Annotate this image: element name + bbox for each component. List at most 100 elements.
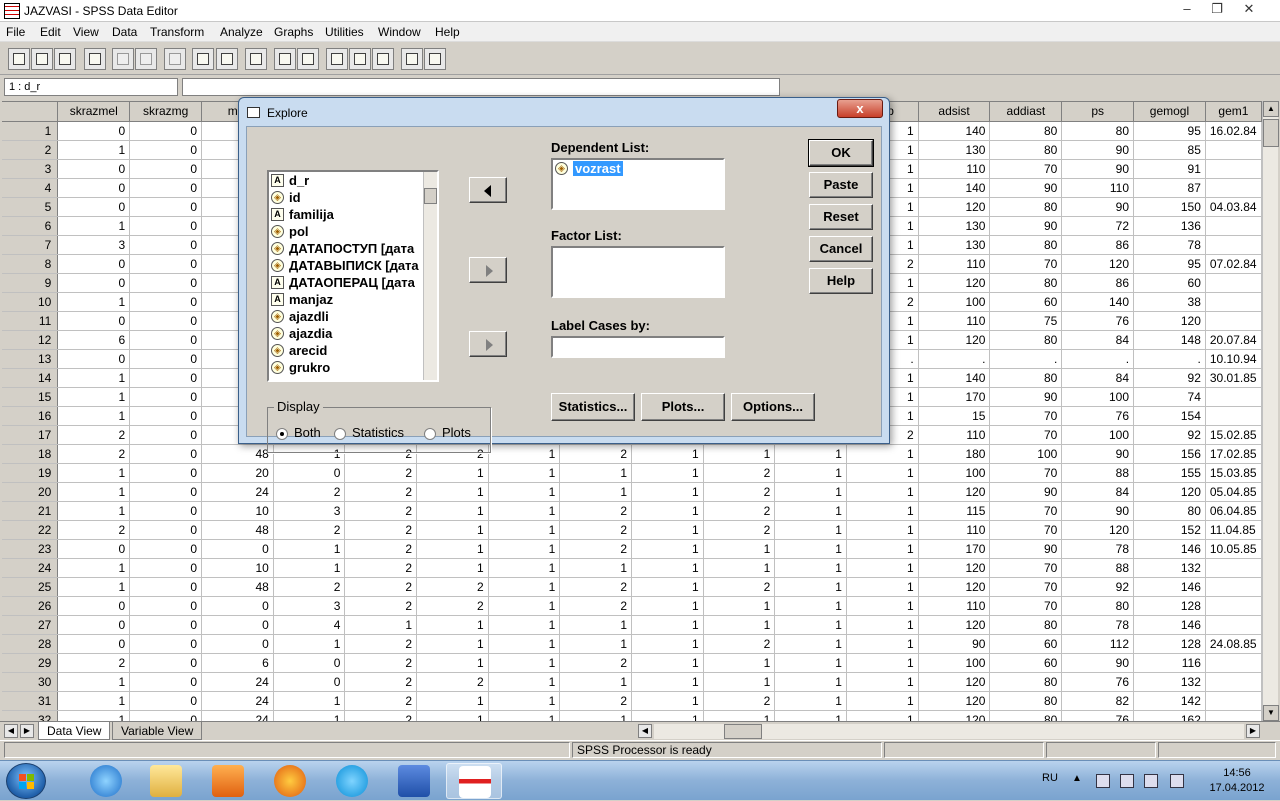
grid-cell[interactable]: 90 bbox=[989, 539, 1063, 559]
grid-cell[interactable]: 1 bbox=[846, 577, 919, 597]
grid-cell[interactable]: 120 bbox=[918, 330, 991, 350]
grid-cell[interactable] bbox=[1205, 596, 1262, 616]
grid-cell[interactable]: 1 bbox=[559, 672, 632, 692]
grid-cell[interactable]: 1 bbox=[57, 368, 131, 388]
grid-cell[interactable]: 1 bbox=[273, 558, 346, 578]
grid-cell[interactable]: 1 bbox=[488, 558, 561, 578]
language-indicator[interactable]: RU bbox=[1042, 772, 1058, 784]
grid-cell[interactable]: 80 bbox=[989, 140, 1063, 160]
grid-cell[interactable]: 140 bbox=[918, 368, 991, 388]
grid-cell[interactable]: 0 bbox=[57, 254, 131, 274]
grid-cell[interactable]: 2 bbox=[57, 444, 131, 464]
grid-cell[interactable]: 1 bbox=[774, 539, 847, 559]
close-window-button[interactable]: ✕ bbox=[1234, 0, 1264, 18]
grid-cell[interactable]: 48 bbox=[201, 444, 274, 464]
grid-cell[interactable]: 100 bbox=[918, 653, 991, 673]
grid-cell[interactable]: 120 bbox=[918, 710, 991, 721]
grid-cell[interactable] bbox=[1205, 653, 1262, 673]
grid-cell[interactable]: 90 bbox=[989, 216, 1063, 236]
grid-cell[interactable]: 1 bbox=[273, 710, 346, 721]
grid-cell[interactable]: 10 bbox=[201, 501, 274, 521]
show-hidden-icons-icon[interactable]: ▲ bbox=[1072, 773, 1086, 787]
grid-cell[interactable]: 0 bbox=[129, 577, 203, 597]
grid-cell[interactable]: 1 bbox=[846, 501, 919, 521]
row-header[interactable]: 24 bbox=[2, 558, 59, 578]
grid-cell[interactable]: 16.02.84 bbox=[1205, 121, 1262, 141]
grid-cell[interactable] bbox=[1205, 159, 1262, 179]
grid-cell[interactable]: 0 bbox=[129, 615, 203, 635]
variable-list-item[interactable]: ◈ pol bbox=[269, 223, 437, 240]
grid-cell[interactable]: 1 bbox=[273, 691, 346, 711]
grid-cell[interactable]: 1 bbox=[846, 672, 919, 692]
grid-cell[interactable] bbox=[1205, 178, 1262, 198]
grid-cell[interactable]: 110 bbox=[918, 520, 991, 540]
grid-cell[interactable]: 2 bbox=[559, 596, 632, 616]
network-icon[interactable] bbox=[1144, 774, 1158, 788]
grid-cell[interactable]: 60 bbox=[989, 292, 1063, 312]
grid-cell[interactable]: 1 bbox=[488, 710, 561, 721]
grid-cell[interactable]: 80 bbox=[1061, 121, 1135, 141]
row-header[interactable]: 7 bbox=[2, 235, 59, 255]
grid-cell[interactable]: 2 bbox=[344, 634, 418, 654]
row-header[interactable]: 5 bbox=[2, 197, 59, 217]
row-header[interactable]: 18 bbox=[2, 444, 59, 464]
radio-plots[interactable] bbox=[424, 428, 436, 440]
variable-list-scroll-thumb[interactable] bbox=[424, 188, 437, 204]
grid-cell[interactable]: 70 bbox=[989, 463, 1063, 483]
grid-cell[interactable]: 0 bbox=[129, 387, 203, 407]
row-header[interactable]: 32 bbox=[2, 710, 59, 721]
horizontal-scroll-thumb[interactable] bbox=[724, 724, 762, 739]
grid-cell[interactable]: 1 bbox=[774, 520, 847, 540]
grid-cell[interactable]: 82 bbox=[1061, 691, 1135, 711]
goto-case-icon[interactable] bbox=[192, 48, 214, 70]
source-variable-list[interactable]: Ad_r ◈ id Afamilija ◈ pol ◈ ДАТАПОСТУП [дата ◈ ДА… bbox=[267, 170, 439, 382]
grid-cell[interactable]: 2 bbox=[416, 577, 489, 597]
grid-cell[interactable]: 0 bbox=[129, 121, 203, 141]
grid-cell[interactable]: 1 bbox=[57, 558, 131, 578]
variable-list-item[interactable]: Afamilija bbox=[269, 206, 437, 223]
grid-cell[interactable]: 120 bbox=[918, 482, 991, 502]
grid-cell[interactable]: . bbox=[1133, 349, 1206, 369]
grid-cell[interactable]: 1 bbox=[774, 501, 847, 521]
menu-window[interactable]: Window bbox=[378, 25, 421, 39]
grid-cell[interactable] bbox=[1205, 577, 1262, 597]
goto-chart-icon[interactable] bbox=[164, 48, 186, 70]
row-header[interactable]: 12 bbox=[2, 330, 59, 350]
grid-cell[interactable]: 1 bbox=[559, 615, 632, 635]
grid-cell[interactable]: 0 bbox=[129, 501, 203, 521]
grid-cell[interactable]: 10.05.85 bbox=[1205, 539, 1262, 559]
grid-cell[interactable] bbox=[1205, 311, 1262, 331]
clock[interactable]: 14:56 17.04.2012 bbox=[1206, 766, 1268, 796]
grid-cell[interactable] bbox=[1205, 710, 1262, 721]
grid-cell[interactable]: 1 bbox=[703, 596, 776, 616]
grid-cell[interactable]: 170 bbox=[918, 539, 991, 559]
grid-cell[interactable]: 4 bbox=[273, 615, 346, 635]
horizontal-scrollbar[interactable] bbox=[654, 724, 1244, 739]
variable-list-scrollbar[interactable] bbox=[423, 172, 437, 380]
grid-cell[interactable]: 0 bbox=[129, 463, 203, 483]
grid-cell[interactable]: 0 bbox=[129, 558, 203, 578]
grid-cell[interactable]: 1 bbox=[488, 653, 561, 673]
grid-cell[interactable]: 1 bbox=[631, 520, 704, 540]
grid-cell[interactable]: 80 bbox=[989, 121, 1063, 141]
grid-cell[interactable]: 0 bbox=[57, 539, 131, 559]
grid-cell[interactable]: 2 bbox=[344, 577, 418, 597]
grid-cell[interactable]: 1 bbox=[631, 463, 704, 483]
grid-cell[interactable]: 1 bbox=[703, 615, 776, 635]
row-header[interactable]: 29 bbox=[2, 653, 59, 673]
grid-cell[interactable]: 100 bbox=[1061, 425, 1135, 445]
grid-cell[interactable]: 0 bbox=[129, 254, 203, 274]
grid-cell[interactable]: 1 bbox=[488, 520, 561, 540]
grid-cell[interactable]: 1 bbox=[631, 596, 704, 616]
grid-cell[interactable]: 70 bbox=[989, 425, 1063, 445]
find-icon[interactable] bbox=[245, 48, 267, 70]
grid-cell[interactable]: 90 bbox=[1061, 444, 1135, 464]
ok-button[interactable]: OK bbox=[808, 139, 874, 167]
grid-cell[interactable]: 1 bbox=[57, 577, 131, 597]
grid-cell[interactable]: 80 bbox=[1061, 596, 1135, 616]
menu-graphs[interactable]: Graphs bbox=[274, 25, 313, 39]
grid-cell[interactable]: 70 bbox=[989, 577, 1063, 597]
grid-cell[interactable]: 76 bbox=[1061, 311, 1135, 331]
variable-list-item[interactable]: A ДАТАОПЕРАЦ [дата bbox=[269, 274, 437, 291]
grid-cell[interactable]: 2 bbox=[703, 691, 776, 711]
